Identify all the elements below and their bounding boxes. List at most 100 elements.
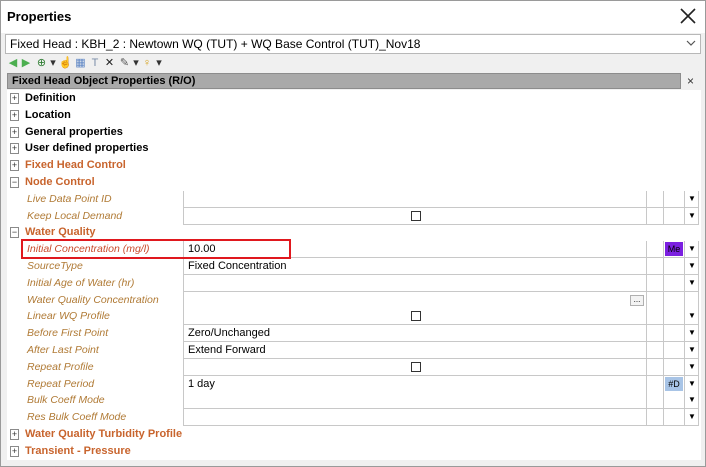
expand-icon[interactable]: + [10,143,19,154]
property-row-sourcetype: SourceType Fixed Concentration ▼ [7,258,701,275]
property-value-cell[interactable] [183,275,647,292]
property-dropdown[interactable]: ▼ [684,258,699,275]
property-value-cell[interactable] [183,208,647,225]
group-row-fixed-head-control[interactable]: + Fixed Head Control [7,157,701,174]
dropdown-arrow-icon[interactable]: ▼ [688,211,696,220]
pointer-hand-icon[interactable]: ☝ [59,56,73,70]
property-value-cell[interactable] [183,308,647,325]
lightbulb-dropdown-icon[interactable]: ▾ [155,56,163,70]
group-row-user-defined-properties[interactable]: + User defined properties [7,140,701,157]
panel-close-icon[interactable]: × [687,74,694,88]
collapse-icon[interactable]: − [10,177,19,188]
group-label: User defined properties [25,142,149,154]
expand-icon[interactable]: + [10,446,19,457]
group-row-node-control[interactable]: − Node Control [7,174,701,191]
unit-cell [647,275,664,292]
group-row-location[interactable]: + Location [7,107,701,124]
property-dropdown[interactable]: ▼ [684,376,699,393]
group-label: General properties [25,126,123,138]
group-row-transient-pressure[interactable]: + Transient - Pressure [7,443,701,460]
dropdown-arrow-icon[interactable]: ▼ [688,362,696,371]
dropdown-arrow-icon[interactable]: ▼ [688,194,696,203]
property-value-cell[interactable] [183,191,647,208]
data-flag-cell [664,392,684,409]
lightbulb-icon[interactable]: ♀ [141,56,153,70]
property-dropdown[interactable]: ▼ [684,359,699,376]
grid-view-icon[interactable]: ▦ [74,56,87,70]
group-row-general-properties[interactable]: + General properties [7,124,701,141]
checkbox[interactable] [411,362,421,372]
property-row-repeat-profile: Repeat Profile ▼ [7,359,701,376]
dropdown-arrow-icon[interactable]: ▼ [688,395,696,404]
expand-icon[interactable]: + [10,127,19,138]
object-selector[interactable]: Fixed Head : KBH_2 : Newtown WQ (TUT) + … [5,34,701,54]
property-dropdown[interactable]: ▼ [684,342,699,359]
property-dropdown[interactable]: ▼ [684,241,699,258]
checkbox[interactable] [411,311,421,321]
dropdown-arrow-icon[interactable]: ▼ [688,261,696,270]
expand-icon[interactable]: + [10,93,19,104]
property-row-initial-concentration-mg-l: Initial Concentration (mg/l) 10.00 Me ▼ [7,241,701,258]
close-icon[interactable] [677,5,699,27]
dropdown-arrow-icon[interactable]: ▼ [688,278,696,287]
property-dropdown[interactable]: ▼ [684,409,699,426]
globe-icon[interactable]: ⊕ [35,56,48,70]
property-label: SourceType [27,260,83,272]
unit-cell [647,191,664,208]
data-flag-badge: Me [665,242,683,256]
property-value-cell[interactable]: 10.00 [183,241,647,258]
property-grid: + Definition + Location + General properties +… [7,90,701,460]
property-value-cell[interactable]: Extend Forward [183,342,647,359]
group-label: Water Quality Turbidity Profile [25,428,183,440]
property-label: Repeat Profile [27,361,94,373]
dropdown-arrow-icon[interactable]: ▼ [688,244,696,253]
dropdown-arrow-icon[interactable]: ▼ [688,328,696,337]
property-value-cell[interactable]: Zero/Unchanged [183,325,647,342]
object-selector-value: Fixed Head : KBH_2 : Newtown WQ (TUT) + … [10,37,421,51]
property-row-keep-local-demand: Keep Local Demand ▼ [7,208,701,225]
data-flag-cell [664,258,684,275]
property-value-cell[interactable]: Fixed Concentration [183,258,647,275]
dropdown-arrow-icon[interactable]: ▼ [688,412,696,421]
back-arrow-icon[interactable]: ◀ [7,56,19,70]
collapse-icon[interactable]: − [10,227,19,238]
property-value-cell[interactable]: ... [183,292,647,309]
property-row-bulk-coeff-mode: Bulk Coeff Mode ▼ [7,392,701,409]
property-value-cell[interactable] [183,392,647,409]
checkbox[interactable] [411,211,421,221]
property-value-cell[interactable] [183,409,647,426]
group-row-water-quality[interactable]: − Water Quality [7,224,701,241]
globe-dropdown-icon[interactable]: ▾ [49,56,57,70]
property-dropdown[interactable]: ▼ [684,275,699,292]
forward-arrow-icon[interactable]: ▶ [20,56,32,70]
property-dropdown[interactable]: ▼ [684,325,699,342]
property-row-repeat-period: Repeat Period 1 day #D ▼ [7,376,701,393]
property-dropdown[interactable]: ▼ [684,208,699,225]
property-dropdown[interactable]: ▼ [684,191,699,208]
dropdown-arrow-icon[interactable]: ▼ [688,311,696,320]
data-flag-cell [664,359,684,376]
property-label: Bulk Coeff Mode [27,394,105,406]
wrench-icon[interactable]: ✎ [118,56,131,70]
property-row-after-last-point: After Last Point Extend Forward ▼ [7,342,701,359]
text-tool-icon[interactable]: T [89,56,101,70]
data-flag-cell [664,409,684,426]
delete-x-icon[interactable]: ✕ [103,56,116,70]
property-dropdown[interactable]: ▼ [684,308,699,325]
property-row-res-bulk-coeff-mode: Res Bulk Coeff Mode ▼ [7,409,701,426]
property-dropdown[interactable]: ▼ [684,392,699,409]
group-row-water-quality-turbidity-profile[interactable]: + Water Quality Turbidity Profile [7,426,701,443]
expand-icon[interactable]: + [10,429,19,440]
expand-icon[interactable]: + [10,110,19,121]
expand-icon[interactable]: + [10,160,19,171]
chevron-down-icon[interactable] [686,38,696,51]
ellipsis-button[interactable]: ... [630,295,644,306]
wrench-dropdown-icon[interactable]: ▾ [132,56,140,70]
property-value-cell[interactable] [183,359,647,376]
property-value-cell[interactable]: 1 day [183,376,647,393]
group-row-definition[interactable]: + Definition [7,90,701,107]
property-value: 1 day [188,378,215,390]
property-row-before-first-point: Before First Point Zero/Unchanged ▼ [7,325,701,342]
dropdown-arrow-icon[interactable]: ▼ [688,379,696,388]
dropdown-arrow-icon[interactable]: ▼ [688,345,696,354]
